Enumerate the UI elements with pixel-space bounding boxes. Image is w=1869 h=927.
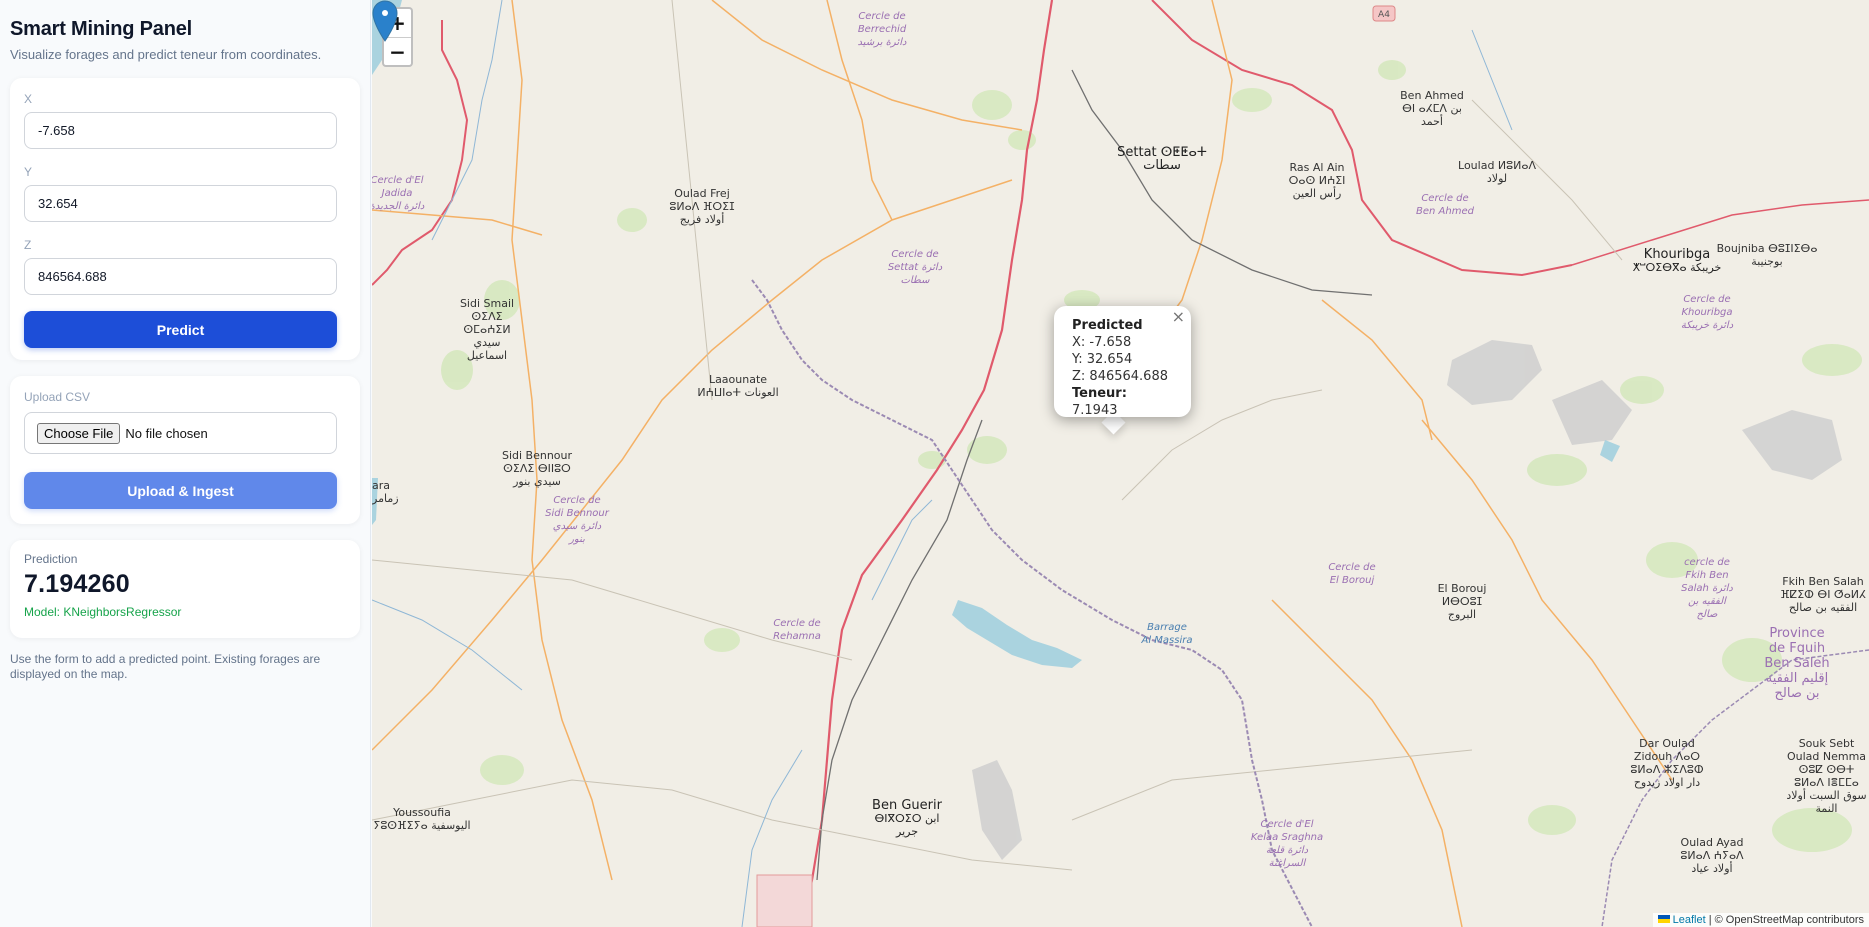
- upload-card: Upload CSV Choose File No file chosen Up…: [10, 376, 360, 524]
- place-boujniba: Boujniba ⴱⵓⵊⵏⵉⴱⴰ بوجنيبة: [1716, 242, 1818, 268]
- x-label: X: [24, 92, 33, 106]
- admin-el-jadida: Cercle d'El Jadida دائرة الجديدة: [372, 175, 425, 212]
- place-settat: Settat ⵙⵟⵟⴰⵜ سطات: [1117, 145, 1207, 173]
- popup-teneur: Teneur: 7.1943: [1072, 386, 1127, 418]
- choose-file-button[interactable]: Choose File: [37, 422, 121, 444]
- place-oulad-ayad: Oulad Ayad ⵓⵍⴰⴷ ⵄⵢⴰⴷ أولاد عياد: [1680, 836, 1744, 875]
- admin-khouribga: Cercle de Khouribga دائرة خريبكة: [1680, 294, 1734, 331]
- place-ben-guerir: Ben Guerir ⴱⵏⴳⵔⵉⵔ ابن جرير: [872, 798, 942, 838]
- help-text: Use the form to add a predicted point. E…: [10, 652, 321, 681]
- admin-settat: Cercle de Settat دائرة سطات: [887, 249, 943, 286]
- barrage-al-massira: Barrage Al Massira: [1141, 622, 1193, 646]
- file-input[interactable]: Choose File No file chosen: [24, 412, 337, 454]
- admin-el-borouj: Cercle de El Borouj: [1328, 562, 1376, 586]
- upload-ingest-button[interactable]: Upload & Ingest: [24, 472, 337, 509]
- prediction-label: Prediction: [24, 552, 78, 566]
- app-subtitle: Visualize forages and predict teneur fro…: [10, 47, 322, 62]
- upload-label: Upload CSV: [24, 390, 91, 404]
- z-label: Z: [24, 238, 32, 252]
- sidebar: Smart Mining Panel Visualize forages and…: [0, 0, 371, 927]
- place-ben-ahmed: Ben Ahmed ⴱⵏ ⴰⵃⵎⴷ بن أحمد: [1400, 89, 1464, 128]
- place-province-fquih: Province de Fquih Ben Saleh إقليم الفقيه بن …: [1764, 626, 1830, 701]
- place-zemamra-edge: ara زمامر: [372, 479, 399, 505]
- map-marker-icon[interactable]: [372, 0, 398, 42]
- popup-title: Predicted: [1072, 318, 1143, 333]
- place-sidi-bennour: Sidi Bennour ⵙⵉⴷⵉ ⴱⵏⵏⵓⵔ سيدي بنور: [501, 449, 573, 488]
- admin-fkih-ben-salah: cercle de Fkih Ben Salah دائرة الفقيه بن صال…: [1681, 557, 1733, 620]
- app-title: Smart Mining Panel: [10, 18, 192, 40]
- file-status: No file chosen: [125, 425, 208, 441]
- place-fkih-ben-salah: Fkih Ben Salah ⴼⵇⵉⵀ ⴱⵏ ⵚⴰⵍⵃ الفقيه بن صالح: [1780, 575, 1866, 614]
- place-dar-oulad-zidouh: Dar Oulad Zidouh ⴷⴰⵔ ⵓⵍⴰⴷ ⵣⵉⴷⵓⵀ دار اولاد ز…: [1630, 737, 1704, 789]
- popup-y: Y: 32.654: [1072, 352, 1133, 367]
- admin-kelaa-sraghna: Cercle d'El Kelaa Sraghna دائرة قلعة السراغ…: [1250, 819, 1324, 869]
- close-icon[interactable]: ×: [1172, 308, 1185, 325]
- x-input[interactable]: -7.658: [24, 112, 337, 149]
- place-souk-sebt: Souk Sebt Oulad Nemma ⵙⵓⵇ ⵙⴱⵜ ⵓⵍⴰⴷ ⵏⴻⵎⵎⴰ سوق…: [1786, 737, 1867, 815]
- prediction-card: Prediction 7.194260 Model: KNeighborsReg…: [10, 540, 360, 638]
- place-youssoufia: Youssoufia ⵢⵓⵙⴼⵉⵢⴰ اليوسفية: [373, 806, 471, 832]
- y-input[interactable]: 32.654: [24, 185, 337, 222]
- predict-button[interactable]: Predict: [24, 311, 337, 348]
- place-oulad-frej: Oulad Frej ⵓⵍⴰⴷ ⴼⵔⵉⵊ أولاد فريج: [669, 187, 735, 226]
- y-label: Y: [24, 165, 33, 179]
- prediction-popup: × Predicted X: -7.658 Y: 32.654 Z: 84656…: [1054, 306, 1191, 418]
- popup-z: Z: 846564.688: [1072, 369, 1168, 384]
- ukraine-flag-icon: [1657, 915, 1670, 923]
- model-name: Model: KNeighborsRegressor: [24, 605, 182, 619]
- prediction-value: 7.194260: [24, 570, 130, 598]
- map[interactable]: A4 + − Settat ⵙⵟⵟⴰⵜ سطات Khouribga ⵅⵯⵔⵉⴱⴳⴰ…: [372, 0, 1869, 927]
- leaflet-link[interactable]: Leaflet: [1673, 914, 1706, 926]
- popup-x: X: -7.658: [1072, 335, 1132, 350]
- osm-attribution: | © OpenStreetMap contributors: [1708, 914, 1864, 926]
- place-sidi-smail: Sidi Smail ⵙⵉⴷⵉ ⵙⵎⴰⵄⵉⵍ سيدي اسماعيل: [459, 297, 515, 362]
- predict-form: X -7.658 Y 32.654 Z 846564.688 Predict: [10, 78, 360, 360]
- place-ras-al-ain: Ras Al Ain ⵔⴰⵙ ⵍⵄⵉⵏ رأس العين: [1288, 161, 1346, 200]
- place-laaounate: Laaounate ⵍⵄⵡⵏⴰⵜ العونات: [697, 373, 779, 399]
- admin-ben-ahmed: Cercle de Ben Ahmed: [1416, 193, 1474, 217]
- map-attribution: Leaflet | © OpenStreetMap contributors: [1652, 913, 1869, 927]
- place-el-borouj: El Borouj ⵍⴱⵔⵓⵊ البروج: [1437, 582, 1487, 621]
- admin-sidi-bennour: Cercle de Sidi Bennour دائرة سيدي بنور: [545, 495, 609, 545]
- place-loulad: Loulad ⵍⵓⵍⴰⴷ لولاد: [1458, 159, 1536, 185]
- admin-rehamna: Cercle de Rehamna: [773, 618, 821, 642]
- admin-berrechid: Cercle de Berrechid دائرة برشيد: [857, 11, 907, 48]
- z-input[interactable]: 846564.688: [24, 258, 337, 295]
- a4-shield: A4: [1378, 10, 1390, 20]
